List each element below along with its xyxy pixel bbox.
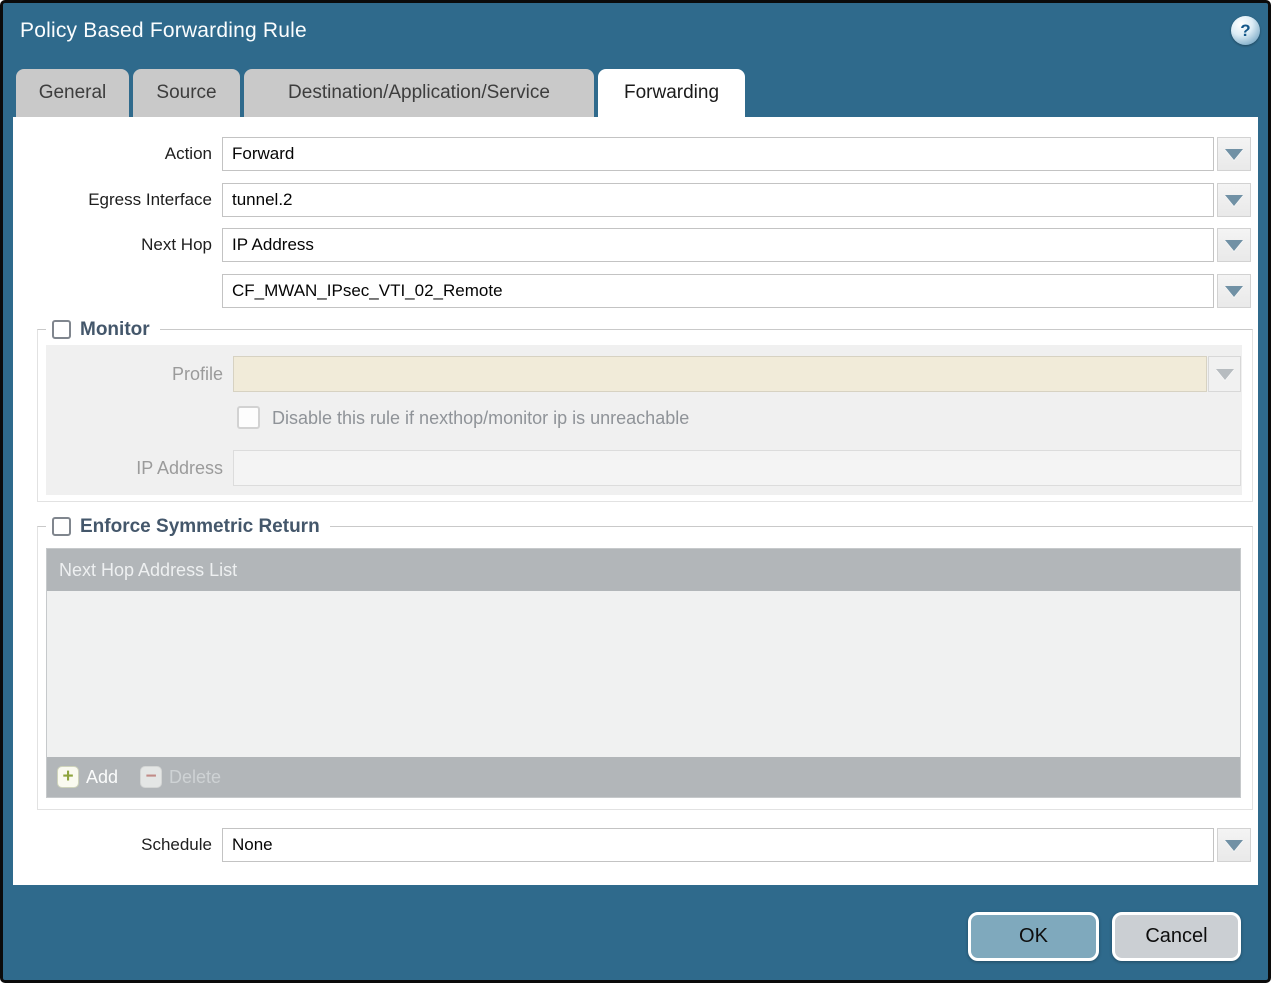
- enforce-legend-label: Enforce Symmetric Return: [80, 516, 320, 538]
- table-toolbar: + Add − Delete: [47, 757, 1240, 797]
- egress-interface-dropdown-button[interactable]: [1217, 183, 1251, 217]
- add-button[interactable]: + Add: [57, 766, 118, 788]
- table-body: [47, 591, 1240, 757]
- add-button-label: Add: [86, 767, 118, 788]
- minus-icon: −: [140, 766, 162, 788]
- schedule-dropdown-button[interactable]: [1217, 828, 1251, 862]
- chevron-down-icon: [1225, 286, 1243, 297]
- profile-dropdown-button: [1208, 356, 1241, 392]
- enforce-symmetric-return-checkbox[interactable]: [52, 517, 71, 536]
- table-header: Next Hop Address List: [47, 549, 1240, 591]
- monitor-legend-label: Monitor: [80, 319, 150, 341]
- action-dropdown[interactable]: Forward: [222, 137, 1214, 171]
- chevron-down-icon: [1225, 840, 1243, 851]
- delete-button: − Delete: [140, 766, 221, 788]
- next-hop-address-dropdown-button[interactable]: [1217, 274, 1251, 308]
- policy-based-forwarding-rule-dialog: Policy Based Forwarding Rule ? General S…: [0, 0, 1271, 983]
- profile-label: Profile: [46, 356, 223, 392]
- chevron-down-icon: [1225, 195, 1243, 206]
- monitor-section: Monitor Profile Disable this rule if nex…: [37, 329, 1253, 502]
- monitor-checkbox[interactable]: [52, 320, 71, 339]
- chevron-down-icon: [1216, 369, 1234, 380]
- action-dropdown-button[interactable]: [1217, 137, 1251, 171]
- cancel-button[interactable]: Cancel: [1112, 912, 1241, 961]
- help-icon[interactable]: ?: [1231, 16, 1260, 45]
- tab-general[interactable]: General: [16, 69, 129, 117]
- chevron-down-icon: [1225, 149, 1243, 160]
- next-hop-type-dropdown-button[interactable]: [1217, 228, 1251, 262]
- plus-icon: +: [57, 766, 79, 788]
- tab-source[interactable]: Source: [133, 69, 240, 117]
- enforce-symmetric-return-section: Enforce Symmetric Return Next Hop Addres…: [37, 526, 1253, 810]
- egress-interface-dropdown[interactable]: tunnel.2: [222, 183, 1214, 217]
- schedule-label: Schedule: [13, 828, 212, 862]
- profile-dropdown: [233, 356, 1207, 392]
- monitor-ip-address-input: [233, 450, 1241, 486]
- delete-button-label: Delete: [169, 767, 221, 788]
- disable-rule-checkbox: [237, 406, 260, 429]
- enforce-legend: Enforce Symmetric Return: [46, 513, 330, 540]
- disable-rule-checkbox-label: Disable this rule if nexthop/monitor ip …: [272, 405, 689, 431]
- monitor-panel: Profile Disable this rule if nexthop/mon…: [46, 345, 1242, 495]
- schedule-dropdown[interactable]: None: [222, 828, 1214, 862]
- ok-button[interactable]: OK: [968, 912, 1099, 961]
- tab-forwarding[interactable]: Forwarding: [598, 69, 745, 117]
- next-hop-address-dropdown[interactable]: CF_MWAN_IPsec_VTI_02_Remote: [222, 274, 1214, 308]
- monitor-legend: Monitor: [46, 316, 160, 343]
- next-hop-type-dropdown[interactable]: IP Address: [222, 228, 1214, 262]
- forwarding-tab-panel: Action Forward Egress Interface tunnel.2…: [13, 117, 1258, 885]
- next-hop-address-list-table: Next Hop Address List + Add − Delete: [46, 548, 1241, 798]
- monitor-ip-address-label: IP Address: [46, 450, 223, 486]
- next-hop-label: Next Hop: [13, 228, 212, 262]
- chevron-down-icon: [1225, 240, 1243, 251]
- tab-destination-application-service[interactable]: Destination/Application/Service: [244, 69, 594, 117]
- tab-bar: General Source Destination/Application/S…: [16, 69, 745, 117]
- action-label: Action: [13, 137, 212, 171]
- egress-interface-label: Egress Interface: [13, 183, 212, 217]
- page-title: Policy Based Forwarding Rule: [20, 19, 307, 43]
